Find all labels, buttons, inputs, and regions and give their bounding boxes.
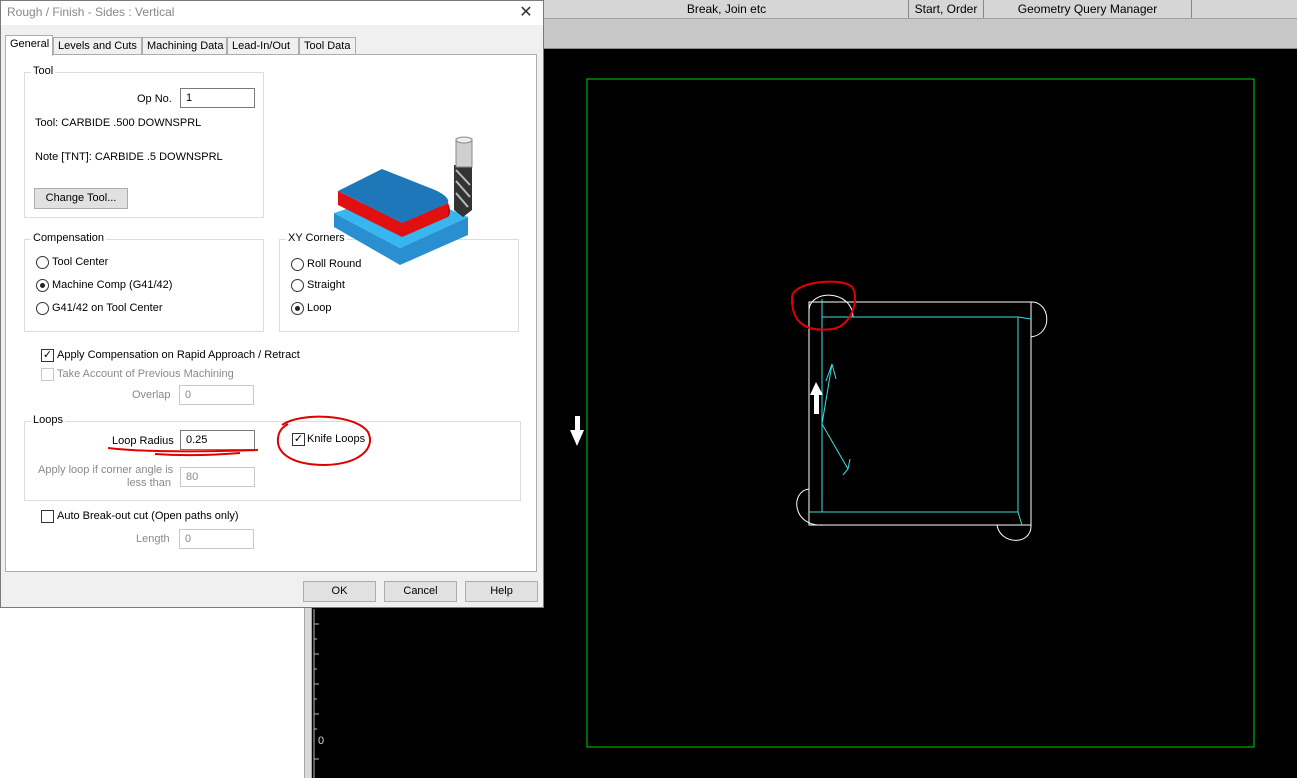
loop-label: Loop [307,302,332,314]
radio-machine-comp[interactable] [36,279,49,292]
tab-tool-data[interactable]: Tool Data [299,37,356,54]
compensation-group-label: Compensation [31,232,106,244]
close-icon[interactable]: ✕ [515,2,537,24]
side-cut-illustration-icon [334,136,473,265]
rough-finish-dialog: Rough / Finish - Sides : Vertical ✕ Gene… [0,0,544,608]
straight-label: Straight [307,279,345,291]
corner-loops [796,294,1048,541]
take-account-label: Take Account of Previous Machining [57,368,234,380]
part-outline [808,301,1032,526]
ruler-zero-label: 0 [318,735,325,747]
apply-loop-label-line2: less than [127,477,172,489]
tool-group-label: Tool [31,65,56,77]
start-order-menu[interactable]: Start, Order [909,0,984,18]
app-secondary-toolbar [544,19,1297,49]
apply-compensation-checkbox[interactable]: ✓ [41,349,54,362]
radio-tool-center[interactable] [36,256,49,269]
stock-boundary [586,78,1255,748]
radio-roll-round[interactable] [291,258,304,271]
tool-group: Tool Op No. Tool: CARBIDE .500 DOWNSPRL … [24,65,264,218]
apply-compensation-label: Apply Compensation on Rapid Approach / R… [57,349,300,361]
length-label: Length [136,533,170,545]
compensation-group: Compensation Tool Center Machine Comp (G… [24,232,264,332]
knife-loops-checkbox[interactable]: ✓ [292,433,305,446]
take-account-checkbox[interactable] [41,368,54,381]
op-no-input[interactable] [180,88,255,108]
direction-arrow-up [810,382,823,414]
overlap-input[interactable] [179,385,254,405]
radio-g41-42-tool-center[interactable] [36,302,49,315]
tab-machining-data[interactable]: Machining Data [142,37,227,54]
loops-group: Loops Loop Radius ✓ Knife Loops Apply lo… [24,414,521,501]
left-pane [0,608,304,778]
loop-radius-input[interactable] [180,430,255,450]
break-join-menu[interactable]: Break, Join etc [544,0,909,18]
op-no-label: Op No. [137,93,172,105]
tool-note: Note [TNT]: CARBIDE .5 DOWNSPRL [35,151,223,163]
loop-radius-label: Loop Radius [112,435,174,447]
general-tab-panel: Tool Op No. Tool: CARBIDE .500 DOWNSPRL … [5,54,537,572]
change-tool-button[interactable]: Change Tool... [34,188,128,209]
geometry-query-manager-menu[interactable]: Geometry Query Manager [984,0,1192,18]
direction-arrow-down [570,416,584,446]
tab-general[interactable]: General [5,35,53,56]
cancel-button[interactable]: Cancel [384,581,457,602]
annotation-circle-viewport [790,280,857,331]
auto-breakout-label: Auto Break-out cut (Open paths only) [57,510,239,522]
radio-loop[interactable] [291,302,304,315]
g41-42-tool-center-label: G41/42 on Tool Center [52,302,163,314]
dialog-title: Rough / Finish - Sides : Vertical [7,5,175,19]
app-toolbar: Break, Join etc Start, Order Geometry Qu… [544,0,1297,19]
help-button[interactable]: Help [465,581,538,602]
radio-straight[interactable] [291,279,304,292]
length-input[interactable] [179,529,254,549]
apply-loop-label-line1: Apply loop if corner angle is [38,464,174,476]
apply-loop-angle-input[interactable] [180,467,255,487]
loops-group-label: Loops [31,414,65,426]
tab-levels-and-cuts[interactable]: Levels and Cuts [53,37,142,54]
tab-lead-in-out[interactable]: Lead-In/Out [227,37,299,54]
vertical-ruler [313,609,319,778]
toolpath [809,299,1032,526]
knife-loops-label: Knife Loops [307,433,366,445]
tool-center-label: Tool Center [52,256,109,268]
tool-description: Tool: CARBIDE .500 DOWNSPRL [35,117,202,129]
overlap-label: Overlap [132,389,171,401]
dialog-title-bar[interactable]: Rough / Finish - Sides : Vertical ✕ [1,1,543,25]
machine-comp-label: Machine Comp (G41/42) [52,279,173,291]
ok-button[interactable]: OK [303,581,376,602]
auto-breakout-checkbox[interactable] [41,510,54,523]
